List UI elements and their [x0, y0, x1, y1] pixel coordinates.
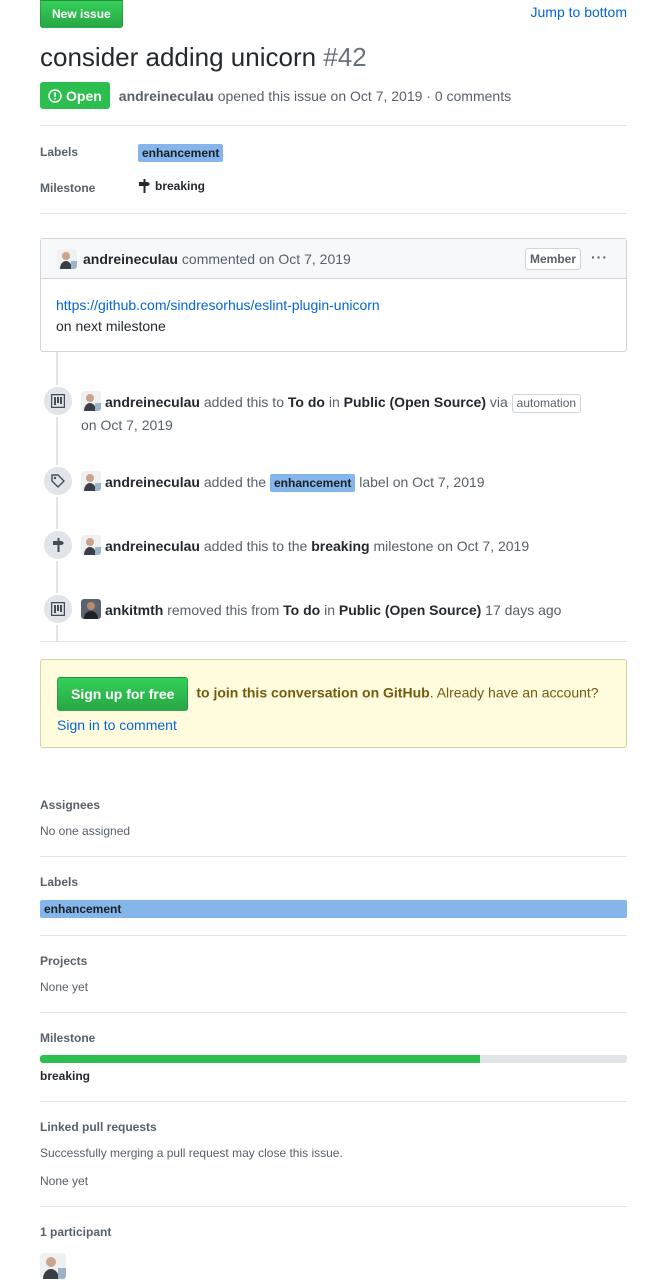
divider — [40, 1101, 627, 1102]
comment-author-link[interactable]: andreineculau — [83, 251, 178, 267]
event-text: milestone on Oct 7, 2019 — [373, 538, 530, 554]
automation-badge: automation — [511, 394, 582, 413]
divider — [40, 856, 627, 857]
state-badge: Open — [40, 82, 110, 109]
event-actor-link[interactable]: ankitmth — [105, 602, 163, 618]
timeline-event-text: andreineculau added this to the breaking… — [81, 535, 627, 558]
labels-heading: Labels — [40, 145, 79, 159]
tag-icon — [42, 465, 74, 497]
issue-opened-text: opened this issue on Oct 7, 2019 · 0 com… — [217, 87, 512, 104]
project-column: To do — [287, 394, 325, 410]
project-icon — [42, 385, 74, 417]
event-date: 17 days ago — [485, 602, 562, 618]
divider — [40, 641, 627, 642]
projects-value: None yet — [40, 980, 89, 994]
divider — [40, 1206, 627, 1207]
milestone-name: breaking — [155, 179, 206, 193]
event-text: removed this from — [167, 602, 280, 618]
state-text: Open — [66, 87, 102, 104]
issue-author-link[interactable]: andreineculau — [119, 88, 214, 104]
participants-heading: 1 participant — [40, 1225, 112, 1239]
milestone-progress-fill — [40, 1055, 481, 1063]
event-text: label on Oct 7, 2019 — [359, 474, 485, 490]
issue-number: #42 — [323, 42, 367, 72]
timeline-event-text: andreineculau added the enhancement labe… — [81, 471, 627, 495]
assignees-value: No one assigned — [40, 824, 131, 838]
milestone-progress-bar — [40, 1055, 627, 1063]
milestone-link[interactable]: breaking — [40, 1069, 90, 1083]
event-actor-link[interactable]: andreineculau — [105, 394, 200, 410]
issue-comment: andreineculau commented on Oct 7, 2019 M… — [40, 238, 627, 352]
issue-title: consider adding unicorn #42 — [40, 42, 367, 73]
event-text: added this to — [203, 394, 284, 410]
issue-opened-icon — [48, 88, 62, 103]
divider — [40, 935, 627, 936]
more-options-icon[interactable]: ··· — [591, 249, 608, 265]
issue-title-text: consider adding unicorn — [40, 42, 317, 72]
milestone-link[interactable]: breaking — [138, 179, 205, 193]
project-name[interactable]: Public (Open Source) — [344, 394, 486, 410]
timeline-event-text: ankitmth removed this from To do in Publ… — [81, 599, 627, 622]
event-actor-link[interactable]: andreineculau — [105, 474, 200, 490]
comment-date: commented on Oct 7, 2019 — [181, 250, 351, 267]
comment-body: https://github.com/sindresorhus/eslint-p… — [41, 279, 626, 353]
label-enhancement[interactable]: enhancement — [40, 900, 627, 918]
signup-after-text: . Already have an account? — [429, 684, 599, 701]
member-badge: Member — [524, 248, 581, 270]
avatar[interactable] — [81, 391, 101, 411]
project-name[interactable]: Public (Open Source) — [339, 602, 481, 618]
divider — [40, 1012, 627, 1013]
linked-prs-description: Successfully merging a pull request may … — [40, 1146, 343, 1160]
top-bar: New issue Jump to bottom — [40, 0, 627, 28]
linked-prs-value: None yet — [40, 1174, 89, 1188]
project-column: To do — [283, 602, 321, 618]
event-text: via — [489, 394, 508, 410]
avatar[interactable] — [57, 248, 77, 269]
avatar[interactable] — [81, 599, 101, 619]
label-enhancement[interactable]: enhancement — [270, 474, 356, 492]
assignees-heading: Assignees — [40, 798, 101, 812]
comment-link[interactable]: https://github.com/sindresorhus/eslint-p… — [56, 297, 380, 313]
event-actor-link[interactable]: andreineculau — [105, 538, 200, 554]
divider — [40, 125, 627, 126]
avatar[interactable] — [81, 471, 101, 491]
projects-heading: Projects — [40, 954, 88, 968]
jump-to-bottom-link[interactable]: Jump to bottom — [531, 4, 628, 20]
event-text: in — [328, 394, 340, 410]
event-text: added this to the — [203, 538, 308, 554]
milestone-heading: Milestone — [40, 181, 96, 195]
labels-heading: Labels — [40, 875, 79, 889]
timeline-event-text: andreineculau added this to To do in Pub… — [81, 391, 627, 437]
sign-in-link[interactable]: Sign in to comment — [57, 717, 177, 733]
milestone-name[interactable]: breaking — [311, 538, 369, 554]
milestone-icon — [139, 179, 150, 193]
signup-prompt: Sign up for free to join this conversati… — [40, 659, 627, 748]
milestone-heading: Milestone — [40, 1031, 96, 1045]
issue-meta: Open andreineculau opened this issue on … — [40, 82, 511, 109]
participant-avatar[interactable] — [40, 1253, 66, 1279]
milestone-icon — [42, 529, 74, 561]
linked-prs-heading: Linked pull requests — [40, 1120, 157, 1134]
event-text: in — [324, 602, 336, 618]
event-date: on Oct 7, 2019 — [81, 417, 173, 433]
new-issue-button[interactable]: New issue — [40, 0, 123, 28]
sign-up-button[interactable]: Sign up for free — [57, 677, 189, 711]
comment-text: on next milestone — [56, 318, 166, 334]
avatar[interactable] — [81, 535, 101, 555]
divider — [40, 213, 627, 214]
label-enhancement[interactable]: enhancement — [138, 144, 224, 162]
project-icon — [42, 593, 74, 625]
signup-text: to join this conversation on GitHub — [196, 684, 430, 701]
event-text: added the — [203, 474, 267, 490]
